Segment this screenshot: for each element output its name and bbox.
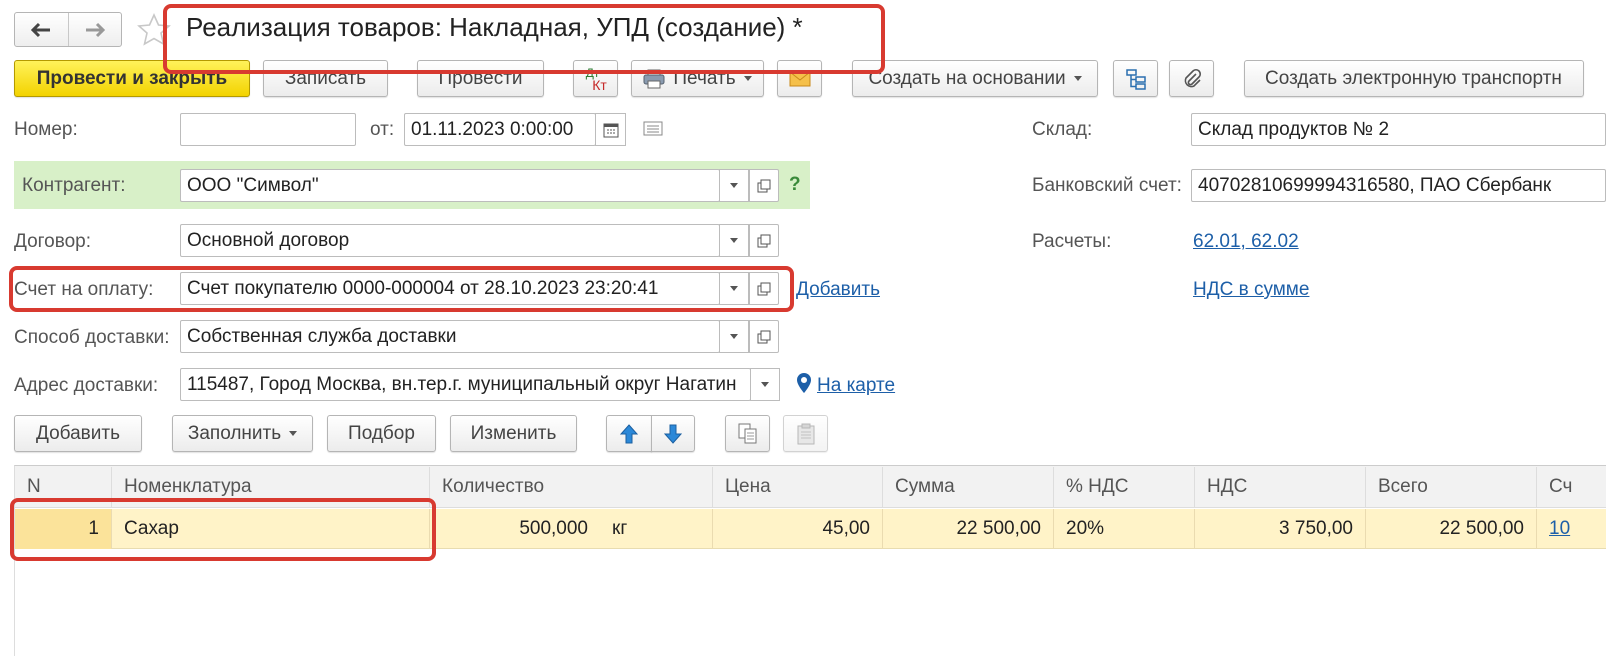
col-header-total[interactable]: Всего <box>1366 467 1537 507</box>
nav-buttons <box>14 12 122 47</box>
date-label: от: <box>370 119 395 140</box>
chevron-down-icon <box>730 238 738 243</box>
arrow-up-icon <box>620 423 638 444</box>
delivery-method-label: Способ доставки: <box>14 327 170 348</box>
calendar-icon[interactable] <box>595 113 626 146</box>
map-pin-icon <box>796 372 812 394</box>
warehouse-field[interactable]: Склад продуктов № 2 <box>1191 113 1606 146</box>
contract-label: Договор: <box>14 231 92 252</box>
bank-account-label: Банковский счет: <box>1032 175 1182 196</box>
settlements-link[interactable]: 62.01, 62.02 <box>1193 231 1299 253</box>
structure-button[interactable] <box>1113 60 1158 97</box>
table-change-button[interactable]: Изменить <box>450 415 577 452</box>
contract-dropdown[interactable] <box>719 224 749 257</box>
table-add-button[interactable]: Добавить <box>14 415 142 452</box>
counterparty-field[interactable]: ООО "Символ" <box>180 169 720 202</box>
table-fill-button[interactable]: Заполнить <box>172 415 313 452</box>
col-header-quantity[interactable]: Количество <box>430 467 713 507</box>
paperclip-icon <box>1181 68 1203 90</box>
arrow-down-icon <box>664 424 682 444</box>
cell-account[interactable]: 10 <box>1537 509 1606 549</box>
cell-sum[interactable]: 22 500,00 <box>883 509 1054 549</box>
delivery-method-open[interactable] <box>749 320 779 353</box>
contract-open[interactable] <box>749 224 779 257</box>
settlements-label: Расчеты: <box>1032 231 1112 252</box>
col-header-account[interactable]: Сч <box>1537 467 1606 507</box>
create-electronic-transport-button[interactable]: Создать электронную транспортн <box>1244 60 1584 97</box>
cell-price[interactable]: 45,00 <box>713 509 883 549</box>
delivery-address-dropdown[interactable] <box>750 368 780 401</box>
number-label: Номер: <box>14 119 78 140</box>
col-header-price[interactable]: Цена <box>713 467 883 507</box>
chevron-down-icon <box>730 183 738 188</box>
move-down-button[interactable] <box>651 415 695 452</box>
delivery-method-dropdown[interactable] <box>719 320 749 353</box>
vat-mode-link[interactable]: НДС в сумме <box>1193 279 1309 301</box>
create-based-label: Создать на основании <box>868 67 1066 89</box>
cell-total[interactable]: 22 500,00 <box>1366 509 1537 549</box>
help-icon[interactable]: ? <box>789 174 801 196</box>
chevron-down-icon <box>761 382 769 387</box>
cell-quantity[interactable]: 500,000 <box>430 509 600 549</box>
counterparty-label: Контрагент: <box>22 175 126 196</box>
counterparty-dropdown[interactable] <box>719 169 749 202</box>
title-highlight-box <box>163 4 885 74</box>
col-header-vat[interactable]: НДС <box>1195 467 1366 507</box>
chevron-down-icon <box>1073 76 1082 81</box>
delivery-address-field[interactable]: 115487, Город Москва, вн.тер.г. муниципа… <box>180 368 751 401</box>
chevron-down-icon <box>730 334 738 339</box>
paste-button[interactable] <box>783 415 828 452</box>
kt-label: Кт <box>592 76 607 93</box>
on-map-link[interactable]: На карте <box>817 375 895 397</box>
fill-label: Заполнить <box>187 422 282 444</box>
col-header-vat-rate[interactable]: % НДС <box>1054 467 1195 507</box>
hierarchy-icon <box>1125 68 1147 90</box>
copy-icon <box>738 423 758 445</box>
number-field[interactable] <box>180 113 356 146</box>
cell-unit[interactable]: кг <box>600 509 713 549</box>
copy-button[interactable] <box>725 415 770 452</box>
account-link[interactable]: 10 <box>1549 518 1570 540</box>
table-pick-button[interactable]: Подбор <box>327 415 436 452</box>
forward-arrow-icon[interactable] <box>69 13 121 46</box>
delivery-address-label: Адрес доставки: <box>14 375 159 396</box>
create-based-on-button[interactable]: Создать на основании <box>852 60 1098 97</box>
cell-vat-rate[interactable]: 20% <box>1054 509 1195 549</box>
invoice-add-link[interactable]: Добавить <box>796 279 880 301</box>
cell-vat[interactable]: 3 750,00 <box>1195 509 1366 549</box>
bank-account-field[interactable]: 40702810699994316580, ПАО Сбербанк <box>1191 169 1606 202</box>
back-arrow-icon[interactable] <box>15 13 69 46</box>
delivery-method-field[interactable]: Собственная служба доставки <box>180 320 720 353</box>
attach-button[interactable] <box>1169 60 1214 97</box>
clipboard-icon <box>796 423 816 445</box>
counterparty-open[interactable] <box>749 169 779 202</box>
open-window-icon <box>757 234 771 248</box>
col-header-sum[interactable]: Сумма <box>883 467 1054 507</box>
chevron-down-icon <box>743 76 752 81</box>
comment-icon[interactable] <box>642 120 664 138</box>
row-highlight-box <box>10 498 436 561</box>
contract-field[interactable]: Основной договор <box>180 224 720 257</box>
date-field[interactable]: 01.11.2023 0:00:00 <box>404 113 596 146</box>
open-window-icon <box>757 179 771 193</box>
warehouse-label: Склад: <box>1032 119 1093 140</box>
chevron-down-icon <box>289 431 298 436</box>
open-window-icon <box>757 330 771 344</box>
move-up-button[interactable] <box>606 415 652 452</box>
invoice-highlight-box <box>9 266 794 312</box>
